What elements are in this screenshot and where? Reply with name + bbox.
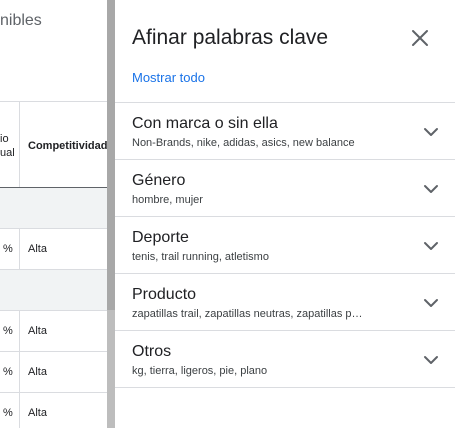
show-all-link[interactable]: Mostrar todo: [132, 70, 205, 85]
section-others[interactable]: Otros kg, tierra, ligeros, pie, plano: [115, 331, 455, 388]
refine-sections: Con marca o sin ella Non-Brands, nike, a…: [115, 102, 455, 388]
background-header-text: nibles: [0, 12, 42, 29]
refine-keywords-drawer: Afinar palabras clave Mostrar todo Con m…: [115, 0, 455, 428]
scrollbar[interactable]: [107, 0, 115, 428]
section-subtitle: zapatillas trail, zapatillas neutras, za…: [132, 308, 363, 320]
background-page: nibles io ual Competitividad % Alta % Al…: [0, 0, 107, 428]
table-group-row: [0, 188, 107, 229]
chevron-down-icon[interactable]: [421, 236, 441, 256]
section-brand[interactable]: Con marca o sin ella Non-Brands, nike, a…: [115, 103, 455, 160]
close-icon: [412, 30, 428, 46]
table-group-row: [0, 270, 107, 311]
section-sport[interactable]: Deporte tenis, trail running, atletismo: [115, 217, 455, 274]
table-row: % Alta: [0, 229, 107, 270]
section-title: Producto: [132, 286, 197, 303]
section-subtitle: kg, tierra, ligeros, pie, plano: [132, 365, 268, 377]
keyword-table: io ual Competitividad % Alta % Alta % Al…: [0, 101, 107, 428]
scrollbar-thumb[interactable]: [107, 0, 115, 310]
section-subtitle: hombre, mujer: [132, 194, 203, 206]
table-row: % Alta: [0, 311, 107, 352]
section-title: Otros: [132, 343, 172, 360]
chevron-down-icon[interactable]: [421, 350, 441, 370]
table-header-row: io ual Competitividad: [0, 101, 107, 188]
table-header-col1: io ual: [0, 133, 15, 159]
section-subtitle: Non-Brands, nike, adidas, asics, new bal…: [132, 137, 355, 149]
section-gender[interactable]: Género hombre, mujer: [115, 160, 455, 217]
section-subtitle: tenis, trail running, atletismo: [132, 251, 269, 263]
chevron-down-icon[interactable]: [421, 122, 441, 142]
section-title: Deporte: [132, 229, 189, 246]
close-button[interactable]: [407, 25, 433, 51]
section-title: Con marca o sin ella: [132, 115, 278, 132]
chevron-down-icon[interactable]: [421, 293, 441, 313]
table-row: % Alta: [0, 352, 107, 393]
drawer-title: Afinar palabras clave: [132, 26, 329, 49]
chevron-down-icon[interactable]: [421, 179, 441, 199]
section-product[interactable]: Producto zapatillas trail, zapatillas ne…: [115, 274, 455, 331]
table-header-competitividad[interactable]: Competitividad: [28, 140, 107, 152]
table-row: % Alta: [0, 393, 107, 428]
section-title: Género: [132, 172, 186, 189]
